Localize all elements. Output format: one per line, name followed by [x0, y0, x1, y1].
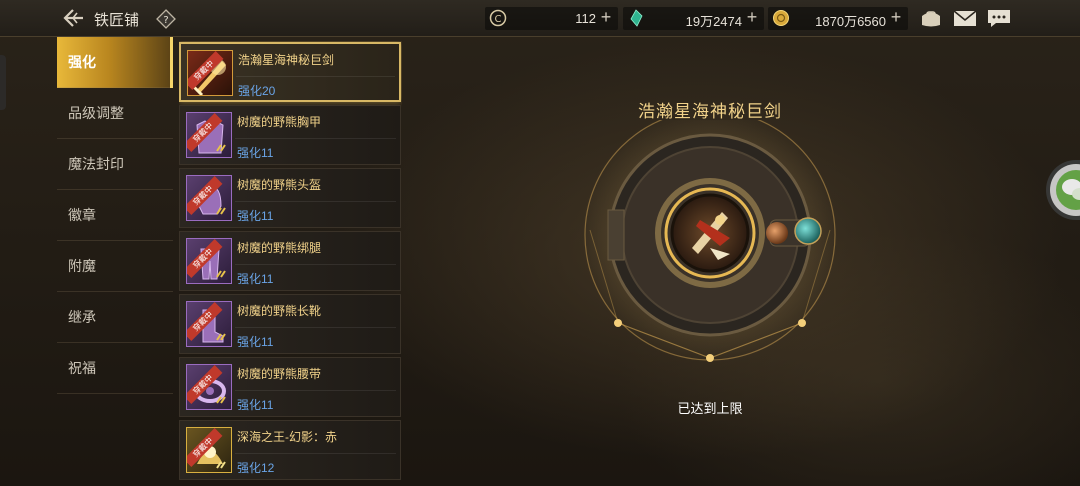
enhance-level: 强化11	[237, 209, 274, 223]
c-coin-icon: C	[489, 9, 507, 27]
menu-item-bless[interactable]: 祝福	[57, 343, 173, 394]
svg-text:C: C	[495, 14, 502, 25]
equipment-card[interactable]: 穿戴中 深海之王-幻影：赤 强化12	[179, 420, 401, 480]
menu-item-enchant[interactable]: 附魔	[57, 241, 173, 292]
svg-text:?: ?	[163, 15, 168, 26]
currency-c: C 112 +	[485, 7, 618, 30]
currency-gem: 19万2474 +	[623, 7, 764, 30]
helmet-icon: 穿戴中	[186, 175, 232, 221]
divider	[235, 264, 396, 265]
menu-item-grade-adjust[interactable]: 品级调整	[57, 88, 173, 139]
side-handle[interactable]	[0, 55, 6, 110]
enhance-level: 强化12	[237, 461, 275, 475]
gold-coin-icon	[772, 9, 790, 27]
currency-gold: 1870万6560 +	[768, 7, 908, 30]
divider	[235, 453, 396, 454]
back-arrow-icon[interactable]	[62, 6, 86, 30]
enhance-level: 强化11	[237, 272, 274, 286]
divider	[235, 138, 396, 139]
help-diamond-icon[interactable]: ?	[156, 9, 176, 29]
divider	[235, 327, 396, 328]
chest-armor-icon: 穿戴中	[186, 112, 232, 158]
bag-icon[interactable]	[918, 7, 944, 29]
leg-armor-icon: 穿戴中	[186, 238, 232, 284]
enhance-ring	[582, 120, 838, 363]
equipment-card[interactable]: 穿戴中 树魔的野熊长靴 强化11	[179, 294, 401, 354]
equipment-name: 树魔的野熊绑腿	[237, 241, 322, 255]
divider	[235, 390, 396, 391]
chat-icon[interactable]	[986, 7, 1012, 29]
smithy-menu: 强化 品级调整 魔法封印 徽章 附魔 继承 祝福	[57, 37, 173, 397]
equipment-card[interactable]: 穿戴中 浩瀚星海神秘巨剑 强化20	[179, 42, 401, 102]
accessory-icon: 穿戴中	[186, 427, 232, 473]
mail-icon[interactable]	[952, 7, 978, 29]
green-gem-icon	[627, 9, 645, 27]
equipment-card[interactable]: 穿戴中 树魔的野熊头盔 强化11	[179, 168, 401, 228]
enhance-level: 强化11	[237, 335, 274, 349]
divider	[235, 201, 396, 202]
menu-item-magic-seal[interactable]: 魔法封印	[57, 139, 173, 190]
enhance-level: 强化11	[237, 146, 274, 160]
equipment-card[interactable]: 穿戴中 树魔的野熊胸甲 强化11	[179, 105, 401, 165]
wechat-icon	[1050, 164, 1080, 216]
equipment-name: 深海之王-幻影：赤	[237, 430, 337, 444]
add-currency-c-button[interactable]: +	[598, 7, 614, 28]
currency-gold-value: 1870万6560	[815, 14, 886, 29]
equipment-list: 穿戴中 浩瀚星海神秘巨剑 强化20 穿戴中 树魔的野熊胸甲 强化11 穿戴中 树…	[179, 41, 402, 486]
max-level-status: 已达到上限	[677, 401, 743, 416]
equipment-card[interactable]: 穿戴中 树魔的野熊腰带 强化11	[179, 357, 401, 417]
equipment-name: 树魔的野熊腰带	[237, 367, 322, 381]
menu-item-emblem[interactable]: 徽章	[57, 190, 173, 241]
menu-item-inherit[interactable]: 继承	[57, 292, 173, 343]
belt-icon: 穿戴中	[186, 364, 232, 410]
add-currency-gem-button[interactable]: +	[744, 7, 760, 28]
menu-item-enhance[interactable]: 强化	[57, 37, 173, 88]
equipment-name: 树魔的野熊头盔	[237, 178, 322, 192]
selected-item-title: 浩瀚星海神秘巨剑	[638, 102, 782, 121]
greatsword-icon: 穿戴中	[187, 50, 233, 96]
add-currency-gold-button[interactable]: +	[888, 7, 904, 28]
enhance-level: 强化20	[238, 84, 276, 98]
equipment-name: 树魔的野熊胸甲	[237, 115, 322, 129]
enhance-level: 强化11	[237, 398, 274, 412]
currency-c-value: 112	[575, 11, 596, 26]
floating-chat-button[interactable]	[1046, 160, 1080, 220]
divider	[236, 76, 395, 77]
top-bar: 铁匠铺 ? C 112 + 19万2474 + 1870万6560 +	[0, 0, 1080, 37]
equipment-name: 树魔的野熊长靴	[237, 304, 322, 318]
equipment-card[interactable]: 穿戴中 树魔的野熊绑腿 强化11	[179, 231, 401, 291]
boots-icon: 穿戴中	[186, 301, 232, 347]
page-title: 铁匠铺	[94, 12, 140, 29]
equipment-name: 浩瀚星海神秘巨剑	[238, 53, 335, 67]
currency-gem-value: 19万2474	[685, 14, 742, 29]
